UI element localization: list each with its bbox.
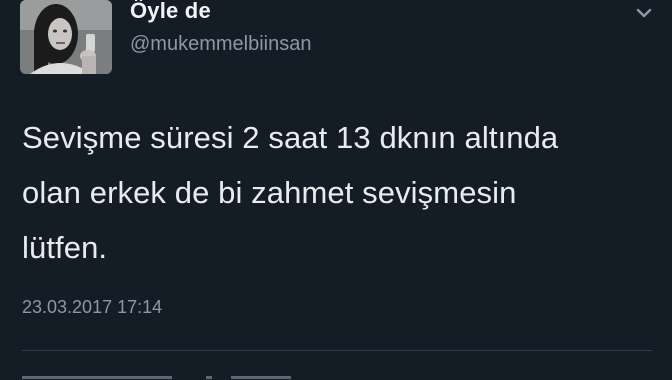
profile-photo-icon [20, 0, 112, 74]
tweet-timestamp[interactable]: 23.03.2017 17:14 [22, 297, 162, 318]
tweet-text-line: lütfen. [22, 230, 108, 265]
tweet-text: Sevişme süresi 2 saat 13 dknın altında o… [22, 110, 642, 275]
user-handle[interactable]: @mukemmelbiinsan [130, 33, 311, 56]
divider [22, 350, 652, 351]
tweet-card: Öyle de @mukemmelbiinsan Sevişme süresi … [0, 0, 672, 379]
tweet-text-line: olan erkek de bi zahmet sevişmesin [22, 175, 517, 210]
tweet-text-line: Sevişme süresi 2 saat 13 dknın altında [22, 120, 559, 155]
chevron-down-icon[interactable] [633, 2, 655, 24]
avatar[interactable] [20, 0, 112, 74]
display-name[interactable]: Öyle de [130, 0, 211, 24]
